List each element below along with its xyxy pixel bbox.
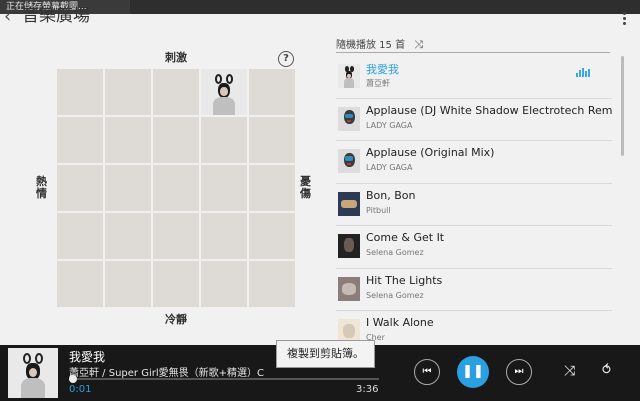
playlist-divider bbox=[336, 52, 610, 53]
list-item[interactable]: I Walk Alone Cher bbox=[336, 311, 612, 346]
mood-grid-cell[interactable] bbox=[104, 164, 152, 212]
list-item[interactable]: Come & Get It Selena Gomez bbox=[336, 226, 612, 269]
mood-grid-cell[interactable] bbox=[200, 260, 248, 308]
mood-grid-cell[interactable] bbox=[152, 260, 200, 308]
track-title: Applause (DJ White Shadow Electrotech Re… bbox=[366, 103, 612, 117]
shuffle-icon[interactable]: ⤨ bbox=[564, 363, 575, 379]
shuffle-icon[interactable]: ⤨ bbox=[414, 38, 423, 52]
app-bar: ‹ 音樂廣場 bbox=[0, 4, 640, 30]
album-art bbox=[338, 106, 360, 131]
now-playing-icon bbox=[576, 68, 590, 77]
list-item[interactable]: Applause (Original Mix) LADY GAGA bbox=[336, 141, 612, 184]
mood-grid-cell[interactable] bbox=[200, 164, 248, 212]
mood-grid-cell[interactable] bbox=[152, 68, 200, 116]
mood-grid-cell[interactable] bbox=[152, 212, 200, 260]
playlist: 我愛我 蕭亞軒 Applause (DJ White Shadow Electr… bbox=[336, 56, 612, 346]
mood-label-bottom: 冷靜 bbox=[165, 313, 187, 326]
mood-label-top: 刺激 bbox=[165, 51, 187, 64]
track-title: Bon, Bon bbox=[366, 188, 416, 202]
mood-grid-cell[interactable] bbox=[104, 260, 152, 308]
track-title: I Walk Alone bbox=[366, 316, 434, 329]
mood-grid-cell[interactable] bbox=[104, 116, 152, 164]
album-art bbox=[338, 234, 360, 258]
mood-grid-cell[interactable] bbox=[248, 260, 296, 308]
track-title: Hit The Lights bbox=[366, 273, 443, 287]
list-item[interactable]: Hit The Lights Selena Gomez bbox=[336, 269, 612, 311]
album-art bbox=[338, 149, 360, 173]
track-title: Come & Get It bbox=[366, 231, 445, 244]
track-artist: LADY GAGA bbox=[366, 163, 413, 172]
mood-grid-cell[interactable] bbox=[248, 68, 296, 116]
mood-grid-cell[interactable] bbox=[56, 164, 104, 212]
album-art bbox=[338, 64, 360, 88]
track-artist: Selena Gomez bbox=[366, 248, 424, 257]
mood-grid-cell[interactable] bbox=[152, 116, 200, 164]
mood-grid-cell[interactable] bbox=[248, 212, 296, 260]
playlist-header: 隨機播放 15 首 ⤨ bbox=[336, 36, 423, 52]
mood-label-left: 熱情 bbox=[36, 175, 47, 200]
track-title: Applause (Original Mix) bbox=[366, 146, 495, 159]
progress-bar[interactable] bbox=[69, 375, 379, 383]
mood-grid-cell[interactable] bbox=[56, 212, 104, 260]
now-playing-title: 我愛我 bbox=[69, 350, 106, 364]
pause-icon[interactable]: ❚❚ bbox=[457, 356, 489, 388]
back-arrow-icon[interactable]: ‹ bbox=[4, 8, 11, 26]
toast: 複製到剪貼簿。 bbox=[276, 340, 375, 368]
mood-grid-cell[interactable] bbox=[200, 116, 248, 164]
progress-knob[interactable] bbox=[69, 375, 77, 383]
track-artist: Pitbull bbox=[366, 205, 391, 215]
playlist-scrollbar[interactable] bbox=[621, 56, 624, 156]
album-art bbox=[338, 191, 360, 216]
current-time: 0:01 bbox=[69, 384, 92, 395]
mood-grid-cell[interactable] bbox=[104, 68, 152, 116]
mood-grid-cell[interactable] bbox=[104, 212, 152, 260]
mood-grid-cell[interactable] bbox=[152, 164, 200, 212]
playlist-count: 隨機播放 15 首 bbox=[336, 40, 406, 51]
total-time: 3:36 bbox=[356, 384, 379, 395]
mood-grid-cell[interactable] bbox=[56, 68, 104, 116]
list-item[interactable]: 我愛我 蕭亞軒 bbox=[336, 56, 612, 99]
skip-next-icon[interactable]: ⏭ bbox=[506, 359, 532, 385]
mood-grid-cell[interactable] bbox=[56, 116, 104, 164]
now-playing-subtitle: 蕭亞軒 / Super Girl愛無畏（新歌+精選）C bbox=[69, 368, 264, 379]
track-artist: LADY GAGA bbox=[366, 120, 413, 130]
mood-grid-cell[interactable] bbox=[248, 116, 296, 164]
mood-grid-cell[interactable] bbox=[200, 212, 248, 260]
list-item[interactable]: Applause (DJ White Shadow Electrotech Re… bbox=[336, 99, 612, 141]
now-playing-art[interactable] bbox=[8, 348, 58, 398]
mood-grid-cell-active[interactable] bbox=[200, 68, 248, 116]
album-art bbox=[338, 276, 360, 301]
repeat-icon[interactable]: ⥀ bbox=[602, 363, 611, 378]
skip-previous-icon[interactable]: ⏮ bbox=[414, 359, 440, 385]
mood-grid-cell[interactable] bbox=[56, 260, 104, 308]
track-artist: 蕭亞軒 bbox=[366, 79, 390, 88]
mood-grid-cell[interactable] bbox=[248, 164, 296, 212]
page-title: 音樂廣場 bbox=[22, 6, 90, 26]
mood-grid bbox=[56, 68, 296, 308]
mood-label-right: 憂傷 bbox=[300, 175, 311, 200]
list-item[interactable]: Bon, Bon Pitbull bbox=[336, 184, 612, 226]
help-icon[interactable]: ? bbox=[278, 51, 294, 67]
track-title: 我愛我 bbox=[366, 63, 399, 76]
overflow-menu-icon[interactable] bbox=[618, 12, 630, 26]
track-artist: Selena Gomez bbox=[366, 290, 424, 300]
